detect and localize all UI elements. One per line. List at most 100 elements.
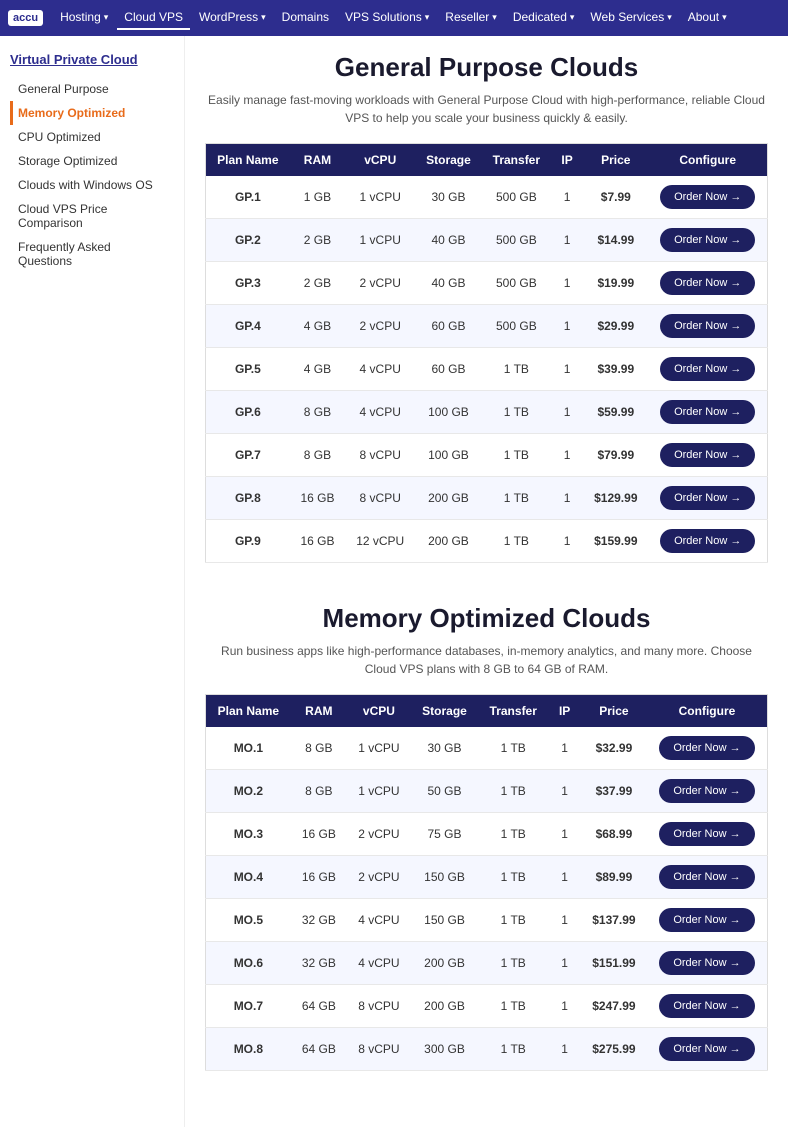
transfer-value: 1 TB	[478, 1028, 548, 1071]
chevron-down-icon: ▾	[492, 12, 497, 23]
configure-cell: Order Now →	[647, 899, 768, 942]
ram-value: 8 GB	[290, 391, 346, 434]
storage-value: 200 GB	[415, 520, 482, 563]
ram-value: 8 GB	[291, 727, 347, 770]
storage-value: 150 GB	[411, 899, 478, 942]
vcpu-value: 12 vCPU	[345, 520, 415, 563]
sidebar-item-general-purpose[interactable]: General Purpose	[10, 77, 174, 101]
configure-cell: Order Now →	[648, 477, 767, 520]
nav-item-hosting[interactable]: Hosting▾	[53, 6, 115, 30]
order-now-button[interactable]: Order Now →	[659, 865, 754, 889]
transfer-value: 1 TB	[478, 727, 548, 770]
gp-title: General Purpose Clouds	[205, 52, 768, 83]
mo-col-transfer: Transfer	[478, 695, 548, 728]
order-now-button[interactable]: Order Now →	[660, 357, 755, 381]
transfer-value: 500 GB	[482, 305, 551, 348]
ip-value: 1	[548, 727, 581, 770]
order-now-button[interactable]: Order Now →	[660, 271, 755, 295]
plan-name: MO.5	[206, 899, 291, 942]
order-now-button[interactable]: Order Now →	[660, 314, 755, 338]
order-now-button[interactable]: Order Now →	[660, 400, 755, 424]
price-value: $29.99	[583, 305, 648, 348]
ram-value: 2 GB	[290, 219, 346, 262]
mo-col-ip: IP	[548, 695, 581, 728]
gp-description: Easily manage fast-moving workloads with…	[205, 91, 768, 127]
mo-col-configure: Configure	[647, 695, 768, 728]
order-now-button[interactable]: Order Now →	[659, 951, 754, 975]
order-now-button[interactable]: Order Now →	[660, 185, 755, 209]
nav-item-reseller[interactable]: Reseller▾	[438, 6, 504, 30]
memory-optimized-section: Memory Optimized Clouds Run business app…	[205, 603, 768, 1071]
configure-cell: Order Now →	[647, 1028, 768, 1071]
table-row: MO.1 8 GB 1 vCPU 30 GB 1 TB 1 $32.99 Ord…	[206, 727, 768, 770]
ram-value: 1 GB	[290, 176, 346, 219]
sidebar-item-cpu-optimized[interactable]: CPU Optimized	[10, 125, 174, 149]
configure-cell: Order Now →	[647, 813, 768, 856]
transfer-value: 1 TB	[482, 520, 551, 563]
storage-value: 30 GB	[415, 176, 482, 219]
configure-cell: Order Now →	[648, 348, 767, 391]
ip-value: 1	[548, 899, 581, 942]
price-value: $37.99	[581, 770, 647, 813]
plan-name: MO.3	[206, 813, 291, 856]
storage-value: 200 GB	[411, 985, 478, 1028]
storage-value: 300 GB	[411, 1028, 478, 1071]
price-value: $59.99	[583, 391, 648, 434]
price-value: $129.99	[583, 477, 648, 520]
order-now-button[interactable]: Order Now →	[660, 443, 755, 467]
top-navigation: accu Hosting▾ Cloud VPS WordPress▾ Domai…	[0, 0, 788, 36]
vcpu-value: 8 vCPU	[347, 1028, 411, 1071]
price-value: $14.99	[583, 219, 648, 262]
nav-item-wordpress[interactable]: WordPress▾	[192, 6, 273, 30]
price-value: $159.99	[583, 520, 648, 563]
order-now-button[interactable]: Order Now →	[660, 529, 755, 553]
order-now-button[interactable]: Order Now →	[659, 822, 754, 846]
vcpu-value: 8 vCPU	[347, 985, 411, 1028]
nav-item-dedicated[interactable]: Dedicated▾	[506, 6, 582, 30]
vcpu-value: 4 vCPU	[347, 942, 411, 985]
ip-value: 1	[548, 985, 581, 1028]
ram-value: 64 GB	[291, 1028, 347, 1071]
order-now-button[interactable]: Order Now →	[659, 908, 754, 932]
nav-item-domains[interactable]: Domains	[275, 6, 336, 30]
vcpu-value: 4 vCPU	[345, 348, 415, 391]
order-now-button[interactable]: Order Now →	[659, 779, 754, 803]
sidebar-item-clouds-windows[interactable]: Clouds with Windows OS	[10, 173, 174, 197]
chevron-down-icon: ▾	[722, 12, 727, 23]
vcpu-value: 1 vCPU	[345, 176, 415, 219]
table-row: MO.4 16 GB 2 vCPU 150 GB 1 TB 1 $89.99 O…	[206, 856, 768, 899]
plan-name: GP.2	[206, 219, 290, 262]
price-value: $7.99	[583, 176, 648, 219]
storage-value: 200 GB	[415, 477, 482, 520]
order-now-button[interactable]: Order Now →	[659, 736, 754, 760]
order-now-button[interactable]: Order Now →	[660, 228, 755, 252]
configure-cell: Order Now →	[647, 942, 768, 985]
nav-item-vps-solutions[interactable]: VPS Solutions▾	[338, 6, 436, 30]
order-now-button[interactable]: Order Now →	[660, 486, 755, 510]
gp-table-header: Plan Name RAM vCPU Storage Transfer IP P…	[206, 144, 768, 177]
order-now-button[interactable]: Order Now →	[659, 1037, 754, 1061]
sidebar-item-memory-optimized[interactable]: Memory Optimized	[10, 101, 174, 125]
sidebar-item-price-comparison[interactable]: Cloud VPS Price Comparison	[10, 197, 174, 235]
transfer-value: 1 TB	[478, 899, 548, 942]
table-row: MO.7 64 GB 8 vCPU 200 GB 1 TB 1 $247.99 …	[206, 985, 768, 1028]
storage-value: 30 GB	[411, 727, 478, 770]
logo[interactable]: accu	[8, 10, 43, 26]
table-row: MO.5 32 GB 4 vCPU 150 GB 1 TB 1 $137.99 …	[206, 899, 768, 942]
sidebar-item-storage-optimized[interactable]: Storage Optimized	[10, 149, 174, 173]
price-value: $275.99	[581, 1028, 647, 1071]
transfer-value: 500 GB	[482, 219, 551, 262]
storage-value: 100 GB	[415, 434, 482, 477]
mo-table: Plan Name RAM vCPU Storage Transfer IP P…	[205, 694, 768, 1071]
configure-cell: Order Now →	[648, 176, 767, 219]
vcpu-value: 4 vCPU	[345, 391, 415, 434]
nav-item-webservices[interactable]: Web Services▾	[583, 6, 678, 30]
sidebar-menu: General Purpose Memory Optimized CPU Opt…	[10, 77, 174, 273]
order-now-button[interactable]: Order Now →	[659, 994, 754, 1018]
vcpu-value: 2 vCPU	[347, 856, 411, 899]
storage-value: 60 GB	[415, 348, 482, 391]
vcpu-value: 1 vCPU	[347, 727, 411, 770]
nav-item-about[interactable]: About▾	[681, 6, 734, 30]
sidebar-item-faq[interactable]: Frequently Asked Questions	[10, 235, 174, 273]
nav-item-cloudvps[interactable]: Cloud VPS	[117, 6, 190, 30]
